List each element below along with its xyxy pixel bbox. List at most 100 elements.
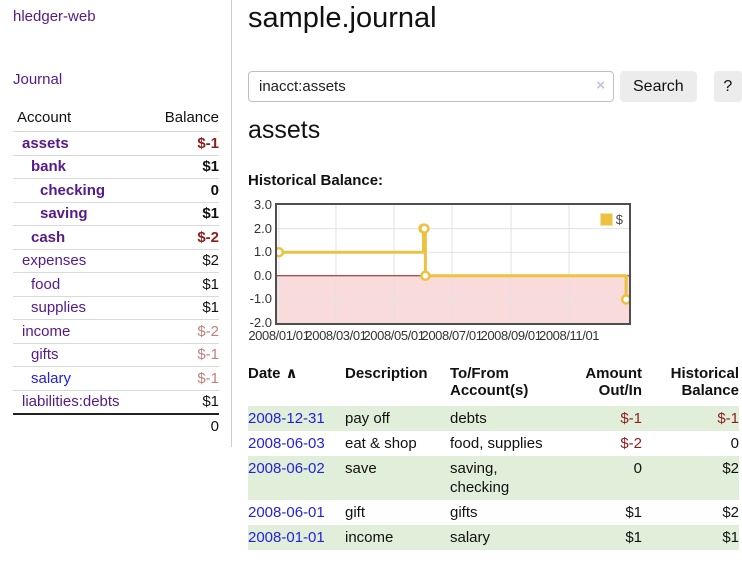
- account-balance: $1: [202, 205, 219, 222]
- account-row: supplies $1: [13, 296, 219, 320]
- account-balance: 0: [211, 182, 219, 199]
- account-balance: $-2: [197, 229, 219, 246]
- account-link-supplies[interactable]: supplies: [13, 299, 86, 316]
- account-row: income $-2: [13, 319, 219, 343]
- register-date-cell: 2008-12-31: [248, 406, 345, 431]
- account-row: liabilities:debts $1: [13, 390, 219, 414]
- account-link-checking[interactable]: checking: [13, 182, 105, 199]
- account-link-cash[interactable]: cash: [13, 229, 65, 246]
- accounts-header-balance: Balance: [165, 109, 219, 126]
- x-tick-label: 2008/03/01: [305, 328, 366, 343]
- y-tick-label: 1.0: [248, 244, 272, 259]
- account-row: bank$1: [13, 155, 219, 179]
- register-row: 2008-01-01incomesalary$1$1: [248, 525, 739, 550]
- account-link-liabilities-debts[interactable]: liabilities:debts: [13, 393, 120, 410]
- register-date-link[interactable]: 2008-06-02: [248, 460, 325, 477]
- brand-link[interactable]: hledger-web: [13, 8, 231, 25]
- clear-search-icon[interactable]: ×: [596, 78, 605, 94]
- register-description-cell: pay off: [345, 406, 450, 431]
- register-amount-cell: $-2: [570, 431, 642, 456]
- account-balance: $-1: [197, 346, 219, 363]
- register-balance-cell: $-1: [642, 406, 739, 431]
- x-tick-label: 2008/09/01: [480, 328, 541, 343]
- register-amount-cell: $1: [570, 500, 642, 525]
- account-link-gifts[interactable]: gifts: [13, 346, 59, 363]
- legend-swatch-icon: [600, 213, 613, 226]
- account-balance: $-2: [197, 323, 219, 340]
- register-header-amount: Amount Out/In: [570, 363, 642, 406]
- x-tick-label: 2008/05/01: [363, 328, 424, 343]
- register-row: 2008-06-01 giftgifts$1$2: [248, 500, 739, 525]
- account-balance: $-1: [197, 135, 219, 152]
- register-row: 2008-06-03eat & shopfood, supplies$-20: [248, 431, 739, 456]
- accounts-total-row: 0: [13, 413, 219, 437]
- account-link-food[interactable]: food: [13, 276, 60, 293]
- accounts-table-header: Account Balance: [13, 105, 219, 131]
- register-table: Date ∧ Description To/From Account(s) Amo…: [248, 363, 739, 550]
- account-link-saving[interactable]: saving: [13, 205, 88, 222]
- search-button[interactable]: Search: [620, 71, 697, 102]
- account-balance: $1: [202, 299, 219, 316]
- nav-journal-link[interactable]: Journal: [13, 71, 231, 88]
- legend-label: $: [616, 212, 623, 227]
- register-accounts-cell: salary: [450, 525, 570, 550]
- account-balance: $-1: [197, 370, 219, 387]
- register-date-cell: 2008-06-03: [248, 431, 345, 456]
- account-heading: assets: [248, 116, 320, 145]
- register-description-cell: gift: [345, 500, 450, 525]
- account-link-income[interactable]: income: [13, 323, 70, 340]
- register-date-cell: 2008-06-02: [248, 456, 345, 500]
- accounts-table: Account Balance assets$-1bank$1checking0…: [13, 105, 219, 437]
- search-input[interactable]: [248, 71, 614, 102]
- register-accounts-cell: saving, checking: [450, 456, 570, 500]
- chart-plot-area: $: [275, 203, 631, 325]
- register-description-cell: income: [345, 525, 450, 550]
- register-description-cell: save: [345, 456, 450, 500]
- register-header-balance: Historical Balance: [642, 363, 739, 406]
- register-date-cell: 2008-06-01: [248, 500, 345, 525]
- register-date-link[interactable]: 2008-12-31: [248, 410, 325, 427]
- y-tick-label: 2.0: [248, 221, 272, 236]
- register-balance-cell: $2: [642, 500, 739, 525]
- chart-canvas: [277, 205, 629, 323]
- sort-ascending-icon: ∧: [286, 365, 298, 382]
- account-link-bank[interactable]: bank: [13, 158, 66, 175]
- date-header-label: Date: [248, 365, 281, 382]
- account-link-expenses[interactable]: expenses: [13, 252, 86, 269]
- register-header-accounts: To/From Account(s): [450, 363, 570, 406]
- register-balance-cell: $1: [642, 525, 739, 550]
- register-header-description: Description: [345, 363, 450, 406]
- sidebar: hledger-web Journal Account Balance asse…: [0, 0, 232, 447]
- account-row: gifts $-1: [13, 343, 219, 367]
- search-bar: × Search ?: [248, 71, 742, 102]
- register-accounts-cell: debts: [450, 406, 570, 431]
- hledger-web-app: hledger-web Journal Account Balance asse…: [0, 0, 742, 582]
- accounts-header-account: Account: [17, 109, 71, 126]
- register-row: 2008-06-02savesaving, checking0$2: [248, 456, 739, 500]
- register-header-row: Date ∧ Description To/From Account(s) Amo…: [248, 363, 739, 406]
- account-balance: $1: [202, 393, 219, 410]
- register-date-cell: 2008-01-01: [248, 525, 345, 550]
- chart-legend: $: [598, 211, 625, 228]
- account-row: assets $-1: [13, 131, 219, 155]
- account-row: expenses$2: [13, 249, 219, 273]
- y-tick-label: 0.0: [248, 268, 272, 283]
- register-date-link[interactable]: 2008-01-01: [248, 529, 325, 546]
- x-tick-label: 2008/11/01: [539, 328, 599, 343]
- help-button[interactable]: ?: [714, 71, 742, 102]
- y-tick-label: -1.0: [248, 291, 272, 306]
- register-date-link[interactable]: 2008-06-01: [248, 504, 325, 521]
- account-link-salary[interactable]: salary: [13, 370, 71, 387]
- register-date-link[interactable]: 2008-06-03: [248, 435, 325, 452]
- register-balance-cell: $2: [642, 456, 739, 500]
- account-row: saving $1: [13, 202, 219, 226]
- register-accounts-cell: food, supplies: [450, 431, 570, 456]
- account-row: checking 0: [13, 178, 219, 202]
- register-amount-cell: $-1: [570, 406, 642, 431]
- register-accounts-cell: gifts: [450, 500, 570, 525]
- page-title: sample.journal: [248, 2, 437, 35]
- account-link-assets[interactable]: assets: [13, 135, 69, 152]
- account-balance: $1: [202, 276, 219, 293]
- account-row: food $1: [13, 272, 219, 296]
- x-tick-label: 2008/07/01: [422, 328, 483, 343]
